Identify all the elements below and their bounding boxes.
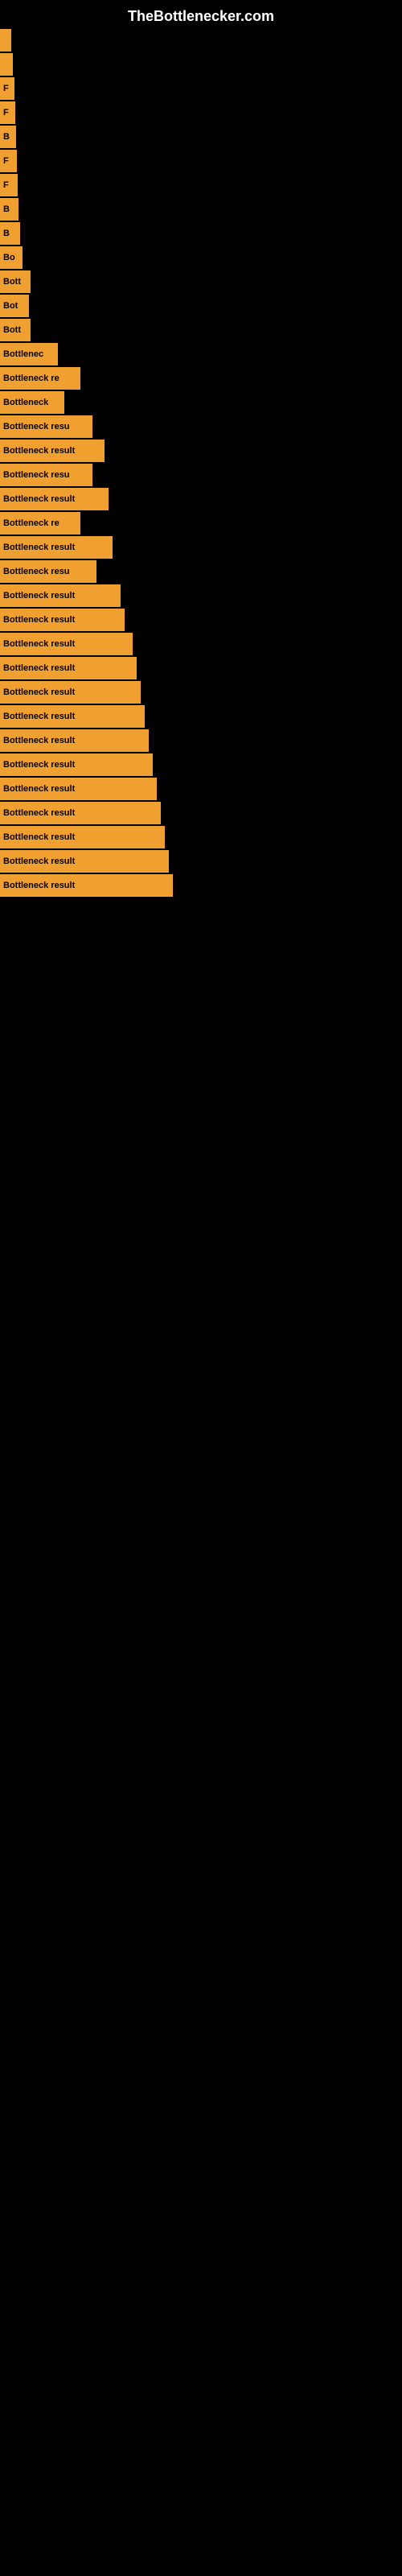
bar-label: Bottleneck result xyxy=(0,633,133,655)
bar-label: Bottleneck result xyxy=(0,753,153,776)
bar-item: Bottleneck re xyxy=(0,367,402,390)
bar-item: Bottleneck result xyxy=(0,778,402,800)
bar-label: Bottleneck result xyxy=(0,778,157,800)
bar-label: Bottleneck result xyxy=(0,536,113,559)
bar-item: Bottleneck resu xyxy=(0,415,402,438)
bar-label: Bottleneck re xyxy=(0,512,80,535)
bar-label: Bottlenec xyxy=(0,343,58,365)
bar-label: Bottleneck result xyxy=(0,802,161,824)
bar-label xyxy=(0,53,13,76)
bar-label: Bottleneck xyxy=(0,391,64,414)
bar-label xyxy=(0,29,11,52)
bar-label: Bottleneck resu xyxy=(0,560,96,583)
bar-item: Bottleneck result xyxy=(0,826,402,848)
bar-item: B xyxy=(0,126,402,148)
bar-item: Bottleneck result xyxy=(0,681,402,704)
bar-item: Bottleneck result xyxy=(0,609,402,631)
bar-item: Bottleneck result xyxy=(0,536,402,559)
bar-label: Bottleneck result xyxy=(0,705,145,728)
bar-label: Bottleneck result xyxy=(0,826,165,848)
bar-item: Bottleneck resu xyxy=(0,560,402,583)
bar-item: Bottleneck result xyxy=(0,874,402,897)
bar-label: Bo xyxy=(0,246,23,269)
bar-item: Bottleneck resu xyxy=(0,464,402,486)
bar-item: B xyxy=(0,198,402,221)
bar-item: Bottleneck result xyxy=(0,633,402,655)
bar-label: Bottleneck result xyxy=(0,681,141,704)
bar-label: F xyxy=(0,101,15,124)
bar-label: Bott xyxy=(0,270,31,293)
bar-chart: FFBFFBBBoBottBotBottBottlenecBottleneck … xyxy=(0,29,402,897)
bar-label: B xyxy=(0,222,20,245)
bar-label: Bottleneck result xyxy=(0,874,173,897)
bar-item: Bottleneck result xyxy=(0,850,402,873)
bar-label: F xyxy=(0,174,18,196)
bar-item: Bottleneck re xyxy=(0,512,402,535)
bar-label: Bottleneck result xyxy=(0,657,137,679)
bar-item: Bottleneck xyxy=(0,391,402,414)
bar-item: Bott xyxy=(0,319,402,341)
bar-item: Bottlenec xyxy=(0,343,402,365)
bar-item: Bot xyxy=(0,295,402,317)
bar-item: Bottleneck result xyxy=(0,802,402,824)
bar-item xyxy=(0,29,402,52)
bar-label: Bottleneck result xyxy=(0,609,125,631)
bar-item: Bottleneck result xyxy=(0,440,402,462)
bar-label: F xyxy=(0,77,14,100)
bar-label: Bottleneck result xyxy=(0,488,109,510)
bar-item: Bottleneck result xyxy=(0,488,402,510)
bar-label: Bottleneck result xyxy=(0,584,121,607)
bar-item: Bottleneck result xyxy=(0,657,402,679)
bar-item: F xyxy=(0,77,402,100)
bar-item: B xyxy=(0,222,402,245)
site-title: TheBottlenecker.com xyxy=(0,0,402,29)
bar-item: Bottleneck result xyxy=(0,584,402,607)
bar-label: F xyxy=(0,150,17,172)
bar-label: B xyxy=(0,126,16,148)
bar-label: Bottleneck result xyxy=(0,729,149,752)
bar-item: Bottleneck result xyxy=(0,705,402,728)
bar-item: F xyxy=(0,101,402,124)
bar-label: Bottleneck resu xyxy=(0,415,92,438)
bar-label: B xyxy=(0,198,18,221)
bar-item: Bott xyxy=(0,270,402,293)
bar-item: Bottleneck result xyxy=(0,729,402,752)
bar-item: F xyxy=(0,174,402,196)
bar-item xyxy=(0,53,402,76)
bar-label: Bot xyxy=(0,295,29,317)
bar-label: Bott xyxy=(0,319,31,341)
bar-item: Bo xyxy=(0,246,402,269)
bar-label: Bottleneck result xyxy=(0,440,105,462)
bar-label: Bottleneck result xyxy=(0,850,169,873)
bar-label: Bottleneck re xyxy=(0,367,80,390)
bar-label: Bottleneck resu xyxy=(0,464,92,486)
bar-item: Bottleneck result xyxy=(0,753,402,776)
bar-item: F xyxy=(0,150,402,172)
